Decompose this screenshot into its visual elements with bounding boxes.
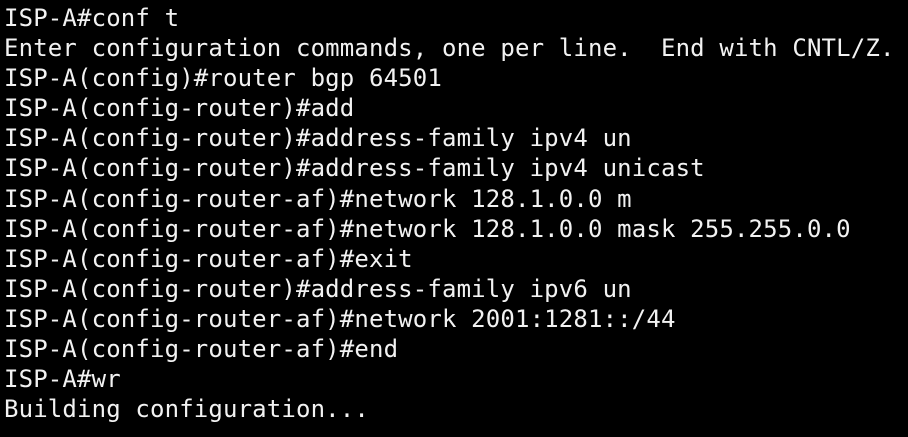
terminal-window[interactable]: ISP-A#conf t Enter configuration command… [0,0,908,437]
terminal-line: ISP-A(config-router)#add [4,94,355,123]
terminal-line: ISP-A(config-router)#address-family ipv6… [4,274,632,303]
terminal-line: ISP-A(config-router)#address-family ipv4… [4,124,632,153]
terminal-line: ISP-A(config-router-af)#exit [4,244,413,273]
terminal-line: ISP-A(config-router-af)#network 128.1.0.… [4,184,632,213]
terminal-line: ISP-A(config-router-af)#network 2001:128… [4,304,676,333]
terminal-line: Building configuration... [4,395,369,424]
terminal-line: ISP-A#conf t [4,4,180,32]
terminal-line: ISP-A#wr [4,365,121,394]
terminal-line: ISP-A(config)#router bgp 64501 [4,64,442,93]
terminal-line: ISP-A(config-router-af)#network 128.1.0.… [4,214,851,243]
terminal-line: Enter configuration commands, one per li… [4,34,895,63]
terminal-line: ISP-A(config-router)#address-family ipv4… [4,154,705,183]
terminal-line: ISP-A(config-router-af)#end [4,335,399,364]
